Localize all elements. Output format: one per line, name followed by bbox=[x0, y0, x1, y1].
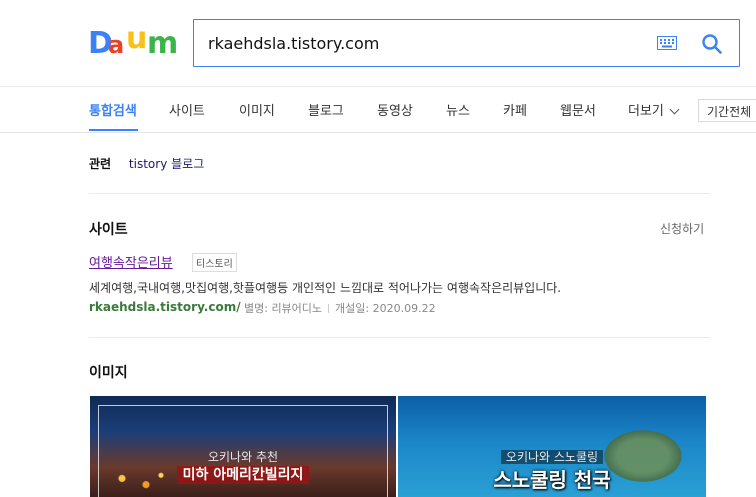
tab-image[interactable]: 이미지 bbox=[239, 100, 275, 119]
keyboard-icon[interactable] bbox=[657, 36, 677, 50]
site-result-title[interactable]: 여행속작은리뷰 bbox=[89, 252, 173, 271]
tab-more-label: 더보기 bbox=[628, 104, 664, 119]
tistory-badge: 티스토리 bbox=[192, 253, 237, 272]
tab-total[interactable]: 통합검색 bbox=[89, 100, 137, 119]
site-result-description: 세계여행,국내여행,맛집여행,핫플여행등 개인적인 느낌대로 적어나가는 여행속… bbox=[89, 281, 562, 295]
tab-more[interactable]: 더보기 bbox=[628, 100, 680, 119]
section-divider bbox=[89, 193, 710, 194]
site-section-title: 사이트 bbox=[89, 222, 128, 238]
site-alias: 별명: 리뷰어디노 bbox=[244, 302, 323, 315]
thumbnail-subtitle: 오키나와 스노쿨링 bbox=[398, 448, 706, 465]
thumbnail-title-text: 미하 아메리칸빌리지 bbox=[176, 466, 310, 484]
thumbnail-title: 스노쿨링 천국 bbox=[493, 468, 611, 492]
chevron-down-icon bbox=[669, 104, 680, 115]
meta-separator bbox=[328, 304, 330, 313]
active-tab-indicator bbox=[89, 129, 138, 131]
image-thumbnail[interactable]: 오키나와 추천 미하 아메리칸빌리지 bbox=[90, 396, 396, 497]
thumbnail-subtitle-text: 오키나와 스노쿨링 bbox=[500, 450, 604, 464]
daum-logo[interactable]: D a u m bbox=[88, 24, 176, 60]
search-box[interactable] bbox=[193, 19, 740, 67]
image-section-title: 이미지 bbox=[89, 365, 128, 381]
site-result-meta: 별명: 리뷰어디노 개설일: 2020.09.22 bbox=[244, 300, 436, 316]
related-searches: 관련 tistory 블로그 bbox=[89, 155, 204, 172]
thumbnail-subtitle: 오키나와 추천 bbox=[207, 450, 279, 464]
tab-cafe[interactable]: 카페 bbox=[503, 100, 527, 119]
site-result-url[interactable]: rkaehdsla.tistory.com/ bbox=[89, 300, 241, 314]
tab-site[interactable]: 사이트 bbox=[169, 100, 205, 119]
period-filter-button[interactable]: 기간전체 bbox=[698, 99, 756, 122]
search-tabs: 통합검색 사이트 이미지 블로그 동영상 뉴스 카페 웹문서 더보기 기간전체 bbox=[0, 87, 756, 132]
tab-webdoc[interactable]: 웹문서 bbox=[560, 100, 596, 119]
tab-news[interactable]: 뉴스 bbox=[446, 100, 470, 119]
svg-text:m: m bbox=[147, 26, 176, 60]
svg-text:a: a bbox=[108, 31, 124, 59]
tabs-divider bbox=[0, 132, 756, 133]
search-icon[interactable] bbox=[700, 32, 724, 56]
related-title: 관련 bbox=[89, 157, 112, 171]
tab-blog[interactable]: 블로그 bbox=[308, 100, 344, 119]
apply-link[interactable]: 신청하기 bbox=[660, 220, 704, 237]
site-opened-date: 개설일: 2020.09.22 bbox=[335, 302, 436, 315]
thumbnail-title: 미하 아메리칸빌리지 bbox=[90, 464, 396, 484]
tab-video[interactable]: 동영상 bbox=[377, 100, 413, 119]
svg-text:u: u bbox=[126, 24, 147, 56]
search-input[interactable] bbox=[208, 29, 638, 57]
related-link[interactable]: tistory 블로그 bbox=[129, 157, 204, 171]
section-divider bbox=[89, 337, 710, 338]
image-thumbnail[interactable]: 오키나와 스노쿨링 스노쿨링 천국 bbox=[398, 396, 706, 497]
